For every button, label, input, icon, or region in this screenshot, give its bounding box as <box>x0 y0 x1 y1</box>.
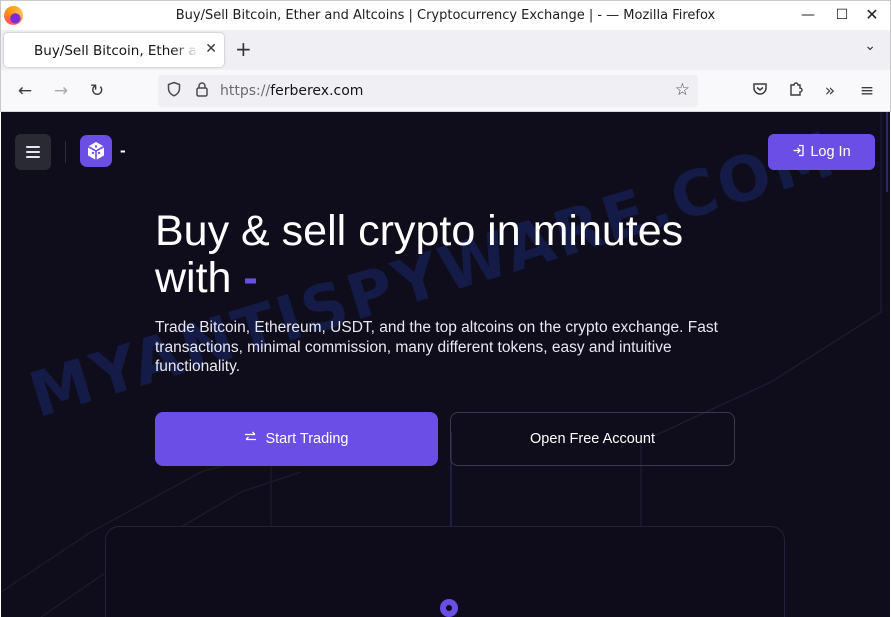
minimize-icon[interactable]: — <box>796 4 820 26</box>
tab-close-icon[interactable]: ✕ <box>205 41 217 57</box>
login-button[interactable]: Log In <box>768 134 875 170</box>
pocket-icon[interactable] <box>749 80 771 102</box>
url-protocol: https:// <box>220 83 271 99</box>
back-arrow-icon[interactable]: ← <box>14 80 36 102</box>
hero-title-line1: Buy & sell crypto in minutes <box>155 207 684 255</box>
lock-icon[interactable] <box>192 81 212 101</box>
hero-description: Trade Bitcoin, Ethereum, USDT, and the t… <box>155 319 718 375</box>
tracking-shield-icon[interactable] <box>166 81 182 101</box>
new-tab-icon[interactable]: + <box>235 38 252 60</box>
url-text[interactable]: https://ferberex.com <box>220 83 363 99</box>
extensions-puzzle-icon[interactable] <box>785 80 807 102</box>
app-menu-icon[interactable]: ≡ <box>856 80 878 102</box>
open-free-account-button[interactable]: Open Free Account <box>450 412 735 466</box>
start-trading-button[interactable]: Start Trading <box>155 412 438 466</box>
reload-icon[interactable]: ↻ <box>86 80 108 102</box>
tab-list-chevron-icon[interactable]: ⌄ <box>864 38 876 54</box>
tab-bar: Buy/Sell Bitcoin, Ether and Altcoins | C… <box>0 30 891 70</box>
open-free-account-label: Open Free Account <box>530 431 655 447</box>
login-label: Log In <box>810 144 851 160</box>
window-titlebar: Buy/Sell Bitcoin, Ether and Altcoins | C… <box>0 0 891 30</box>
login-arrow-icon <box>792 144 805 160</box>
start-trading-label: Start Trading <box>265 431 349 447</box>
hero-title: Buy & sell crypto in minutes with - <box>155 208 755 302</box>
card-illustration-icon <box>440 599 458 617</box>
site-logo-icon[interactable] <box>80 135 112 167</box>
hero-title-line2: with <box>155 254 232 302</box>
tab-active[interactable]: Buy/Sell Bitcoin, Ether and Altcoins | C… <box>4 33 224 67</box>
swap-arrows-icon <box>244 431 257 447</box>
maximize-icon[interactable]: ☐ <box>830 4 854 26</box>
hamburger-menu-button[interactable] <box>15 134 51 170</box>
web-page: MYANTISPYWARE.COM - Log In Buy & sell cr… <box>1 112 890 617</box>
window-title: Buy/Sell Bitcoin, Ether and Altcoins | C… <box>175 8 716 23</box>
navigation-toolbar: ← → ↻ https://ferberex.com ☆ » ≡ <box>0 70 891 112</box>
url-domain: ferberex.com <box>270 83 364 99</box>
close-icon[interactable]: ✕ <box>860 4 884 26</box>
overflow-chevrons-icon[interactable]: » <box>819 80 841 102</box>
bookmark-star-icon[interactable]: ☆ <box>675 80 690 100</box>
forward-arrow-icon[interactable]: → <box>50 80 72 102</box>
site-name[interactable]: - <box>120 141 126 161</box>
header-divider <box>65 141 66 163</box>
tab-title: Buy/Sell Bitcoin, Ether and Altcoins | C… <box>34 43 198 59</box>
address-bar[interactable]: https://ferberex.com ☆ <box>158 75 698 107</box>
hero-title-accent: - <box>243 254 258 302</box>
